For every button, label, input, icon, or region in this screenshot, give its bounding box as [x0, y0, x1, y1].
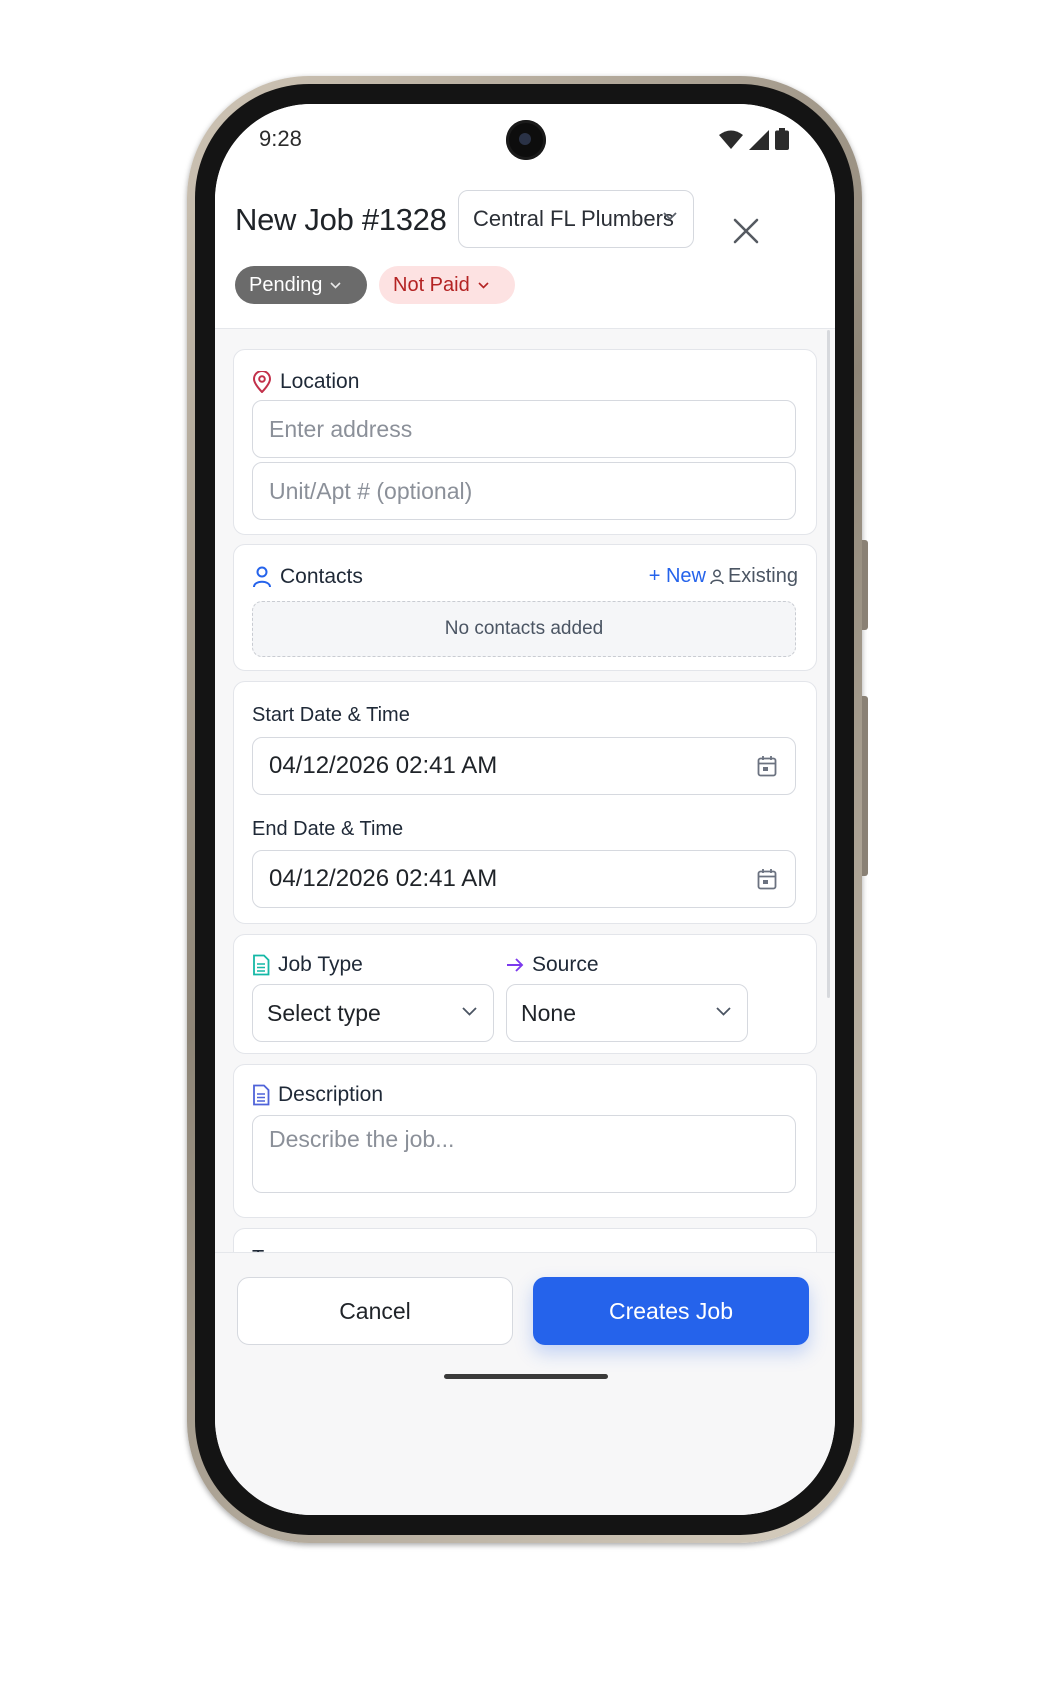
status-icons: [719, 128, 789, 150]
existing-contact-label: Existing: [727, 565, 798, 587]
existing-contact-link[interactable]: Existing: [710, 565, 798, 588]
battery-icon: [775, 128, 789, 150]
footer-actions: Cancel Creates Job: [215, 1252, 835, 1515]
user-icon: [253, 566, 271, 588]
address-placeholder: Enter address: [269, 415, 413, 442]
payment-pill[interactable]: Not Paid: [379, 266, 515, 304]
location-label-text: Location: [280, 370, 360, 393]
job-type-card: Job Type Source Select type None: [233, 934, 817, 1054]
chevron-down-icon: [462, 1007, 477, 1016]
unit-input[interactable]: Unit/Apt # (optional): [252, 462, 796, 520]
unit-placeholder: Unit/Apt # (optional): [269, 477, 473, 504]
end-date-value: 04/12/2026 02:41 AM: [269, 865, 498, 892]
description-card: Description Describe the job...: [233, 1064, 817, 1218]
job-type-label-text: Job Type: [278, 953, 363, 976]
description-label: Description: [252, 1083, 383, 1107]
status-pill-label: Pending: [249, 273, 323, 296]
arrow-right-icon: [507, 958, 524, 972]
signal-icon: [749, 130, 769, 150]
user-icon: [710, 569, 724, 584]
contacts-empty-state: No contacts added: [252, 601, 796, 657]
document-icon: [253, 1084, 270, 1106]
description-placeholder: Describe the job...: [269, 1126, 455, 1152]
side-button-lower: [862, 696, 868, 876]
schedule-card: Start Date & Time 04/12/2026 02:41 AM En…: [233, 681, 817, 924]
contacts-card: Contacts + New Existing No contacts adde…: [233, 544, 817, 671]
home-indicator[interactable]: [444, 1374, 608, 1379]
document-icon: [253, 954, 270, 976]
description-textarea[interactable]: Describe the job...: [252, 1115, 796, 1193]
job-type-select-value: Select type: [267, 999, 381, 1026]
chevron-down-icon: [663, 212, 677, 221]
end-date-label: End Date & Time: [252, 818, 404, 840]
wifi-icon: [719, 130, 743, 149]
company-select[interactable]: Central FL Plumbers: [458, 190, 694, 248]
source-label: Source: [506, 953, 599, 977]
side-button-upper: [862, 540, 868, 630]
source-select[interactable]: None: [506, 984, 748, 1042]
location-label: Location: [252, 370, 359, 394]
end-date-input[interactable]: 04/12/2026 02:41 AM: [252, 850, 796, 908]
source-select-value: None: [521, 999, 576, 1026]
address-input[interactable]: Enter address: [252, 400, 796, 458]
start-date-value: 04/12/2026 02:41 AM: [269, 752, 498, 779]
close-icon[interactable]: [731, 216, 761, 246]
calendar-icon[interactable]: [757, 755, 777, 777]
source-label-text: Source: [532, 953, 599, 976]
chevron-down-icon: [478, 281, 489, 289]
chevron-down-icon: [330, 281, 341, 289]
job-type-select[interactable]: Select type: [252, 984, 494, 1042]
description-label-text: Description: [278, 1083, 384, 1106]
status-time: 9:28: [259, 126, 302, 151]
company-select-value: Central FL Plumbers: [473, 206, 674, 231]
contacts-label: Contacts: [252, 565, 363, 589]
map-pin-icon: [252, 371, 272, 393]
status-pill[interactable]: Pending: [235, 266, 367, 304]
cancel-button[interactable]: Cancel: [237, 1277, 513, 1345]
payment-pill-label: Not Paid: [393, 273, 470, 296]
start-date-input[interactable]: 04/12/2026 02:41 AM: [252, 737, 796, 795]
start-date-label: Start Date & Time: [252, 704, 410, 726]
calendar-icon[interactable]: [757, 868, 777, 890]
contacts-label-text: Contacts: [280, 565, 363, 588]
phone-screen: 9:28 New Job #1328 Central FL Plumbers P…: [215, 104, 835, 1515]
create-job-button[interactable]: Creates Job: [533, 1277, 809, 1345]
camera-icon: [506, 120, 546, 160]
job-type-label: Job Type: [252, 953, 363, 977]
chevron-down-icon: [716, 1007, 731, 1016]
header: 9:28 New Job #1328 Central FL Plumbers P…: [215, 104, 835, 329]
location-card: Location Enter address Unit/Apt # (optio…: [233, 349, 817, 535]
page-title: New Job #1328: [235, 202, 447, 237]
scrollbar[interactable]: [827, 330, 830, 998]
new-contact-link[interactable]: + New: [649, 565, 706, 588]
